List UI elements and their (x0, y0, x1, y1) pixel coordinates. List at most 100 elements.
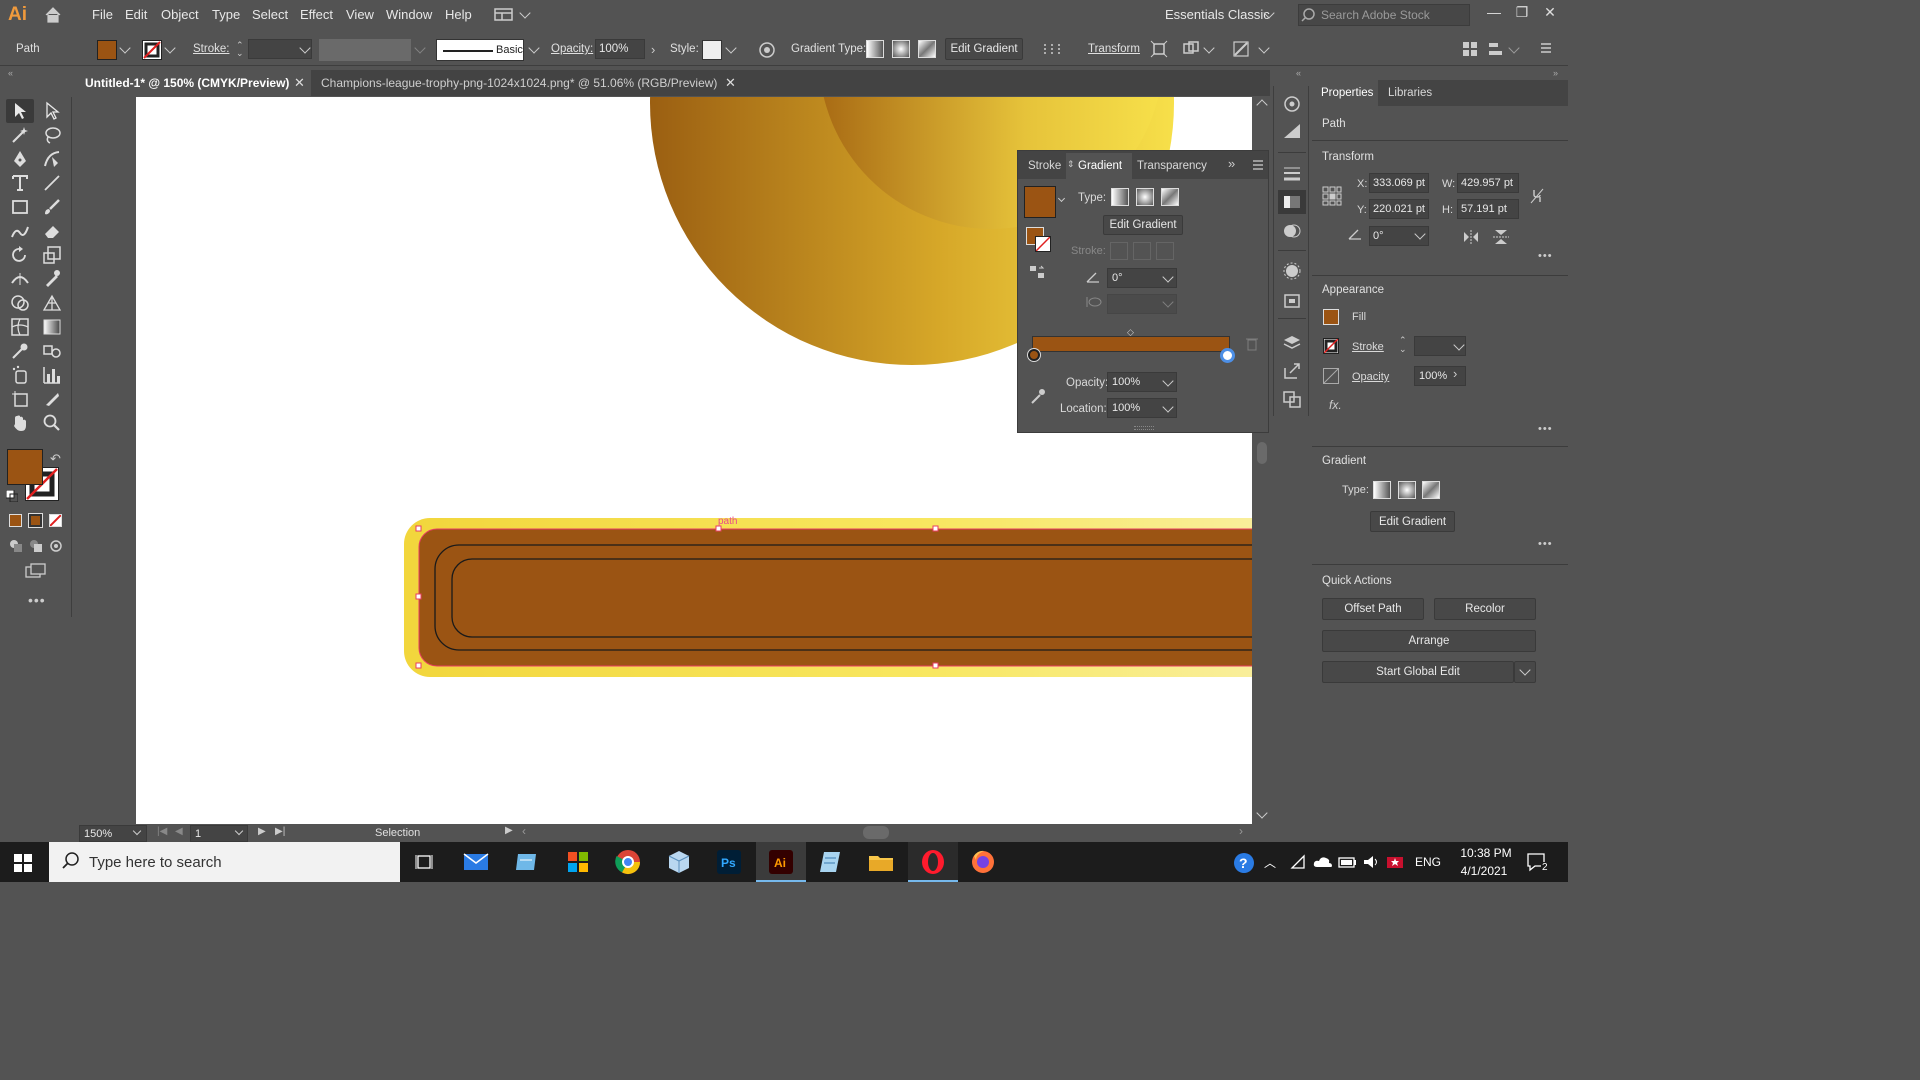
gradient-stop-left[interactable] (1028, 349, 1040, 361)
shape-builder-icon[interactable] (1182, 40, 1200, 58)
show-hidden-icons-icon[interactable]: ︿ (1264, 854, 1276, 871)
stroke-swatch[interactable] (142, 40, 162, 60)
more-gradient-options-icon[interactable]: ••• (1538, 538, 1553, 550)
network-icon[interactable] (1290, 854, 1308, 870)
chevron-down-icon[interactable] (1203, 42, 1215, 54)
zoom-tool-icon[interactable] (42, 413, 66, 435)
recolor-artwork-icon[interactable] (758, 41, 776, 59)
constrain-proportions-icon[interactable] (1529, 187, 1545, 205)
gradient-panel-icon[interactable] (1282, 193, 1302, 211)
x-input[interactable]: 333.069 pt (1369, 173, 1429, 193)
reverse-gradient-icon[interactable] (1029, 265, 1045, 279)
shaper-tool-icon[interactable] (10, 221, 34, 243)
opacity-input[interactable]: 100% (1414, 366, 1466, 386)
onedrive-icon[interactable] (1313, 855, 1333, 869)
chevron-down-icon[interactable] (1057, 194, 1066, 203)
magic-wand-icon[interactable] (10, 125, 34, 147)
paintbrush-tool-icon[interactable] (42, 197, 66, 219)
opera-icon[interactable] (918, 848, 948, 876)
puppet-warp-icon[interactable] (1232, 40, 1250, 58)
radial-gradient-icon[interactable] (1136, 188, 1154, 206)
chevron-down-icon[interactable] (1508, 42, 1520, 54)
file-explorer-icon[interactable] (866, 848, 896, 876)
graphic-style-swatch[interactable] (702, 40, 722, 60)
graphic-styles-icon[interactable] (1282, 292, 1302, 310)
battery-icon[interactable] (1338, 854, 1358, 870)
menu-effect[interactable]: Effect (300, 7, 333, 22)
chevron-right-icon[interactable]: › (651, 42, 655, 57)
draw-inside-icon[interactable] (49, 539, 63, 553)
w-input[interactable]: 429.957 pt (1457, 173, 1519, 193)
resize-grip[interactable] (1134, 426, 1154, 430)
puppet-warp-tool-icon[interactable] (42, 269, 66, 291)
help-icon[interactable]: ? (1233, 852, 1257, 874)
fill-swatch[interactable] (1323, 309, 1339, 325)
opacity-label[interactable]: Opacity: (551, 43, 593, 55)
collapse-panels-icon[interactable]: » (1553, 68, 1558, 78)
volume-icon[interactable] (1362, 854, 1380, 870)
tab-gradient[interactable]: Gradient (1078, 160, 1122, 172)
illustrator-icon[interactable]: Ai (766, 848, 796, 876)
opacity-input[interactable]: 100% (595, 39, 645, 59)
last-artboard-icon[interactable]: ▶| (275, 826, 285, 837)
eyedropper-tool-icon[interactable] (10, 341, 34, 363)
menu-edit[interactable]: Edit (125, 7, 147, 22)
flip-vertical-icon[interactable] (1493, 229, 1509, 245)
artboards-icon[interactable] (1282, 390, 1302, 408)
stroke-label[interactable]: Stroke (1352, 341, 1384, 353)
eyedropper-icon[interactable] (1030, 387, 1046, 405)
vertical-scroll-thumb[interactable] (1257, 442, 1267, 464)
draw-normal-icon[interactable] (9, 539, 23, 553)
isolate-icon[interactable] (1150, 40, 1168, 58)
cc-libraries-icon[interactable] (1282, 94, 1302, 112)
asset-export-icon[interactable] (1282, 362, 1302, 380)
hand-tool-icon[interactable] (10, 413, 34, 435)
selection-tool-icon[interactable] (10, 101, 34, 123)
microsoft-store-icon[interactable] (563, 848, 593, 876)
freeform-gradient-icon[interactable] (1422, 481, 1440, 499)
brush-definition[interactable]: Basic (436, 39, 524, 61)
stroke-label[interactable]: Stroke: (193, 43, 229, 55)
line-segment-tool-icon[interactable] (42, 173, 66, 195)
more-appearance-options-icon[interactable]: ••• (1538, 423, 1553, 435)
pen-tool-icon[interactable] (10, 149, 34, 171)
radial-gradient-icon[interactable] (1398, 481, 1416, 499)
flip-horizontal-icon[interactable] (1463, 230, 1479, 244)
expand-panel-icon[interactable]: » (1228, 156, 1235, 171)
input-language[interactable]: ENG (1415, 855, 1441, 869)
column-graph-tool-icon[interactable] (42, 365, 66, 387)
lasso-icon[interactable] (42, 125, 66, 147)
align-icon[interactable] (1043, 42, 1065, 56)
edit-gradient-button[interactable]: Edit Gradient (1103, 215, 1183, 235)
taskbar-search[interactable]: Type here to search (49, 842, 400, 882)
variable-width-profile[interactable] (319, 39, 411, 61)
rotate-tool-icon[interactable] (10, 245, 34, 267)
color-mode-icon[interactable] (9, 514, 22, 527)
symbol-sprayer-tool-icon[interactable] (10, 365, 34, 387)
firefox-icon[interactable] (968, 848, 998, 876)
chrome-icon[interactable] (613, 848, 643, 876)
appearance-panel-icon[interactable] (1282, 262, 1302, 280)
gradient-preview-swatch[interactable] (1024, 186, 1056, 218)
width-tool-icon[interactable] (10, 269, 34, 291)
tab-champions-league-trophy[interactable]: Champions-league-trophy-png-1024x1024.pn… (311, 70, 736, 96)
next-artboard-icon[interactable]: ▶ (258, 826, 266, 837)
chevron-down-icon[interactable] (725, 42, 737, 54)
menu-help[interactable]: Help (445, 7, 472, 22)
minimize-icon[interactable]: — (1484, 4, 1504, 24)
eraser-tool-icon[interactable] (42, 221, 66, 243)
panel-menu-icon[interactable] (1252, 160, 1264, 170)
global-edit-options-button[interactable] (1514, 661, 1536, 683)
home-icon[interactable] (44, 6, 62, 23)
arrange-documents-icon[interactable] (494, 8, 514, 21)
linear-gradient-icon[interactable] (866, 40, 884, 58)
screen-mode-icon[interactable] (25, 563, 47, 579)
mail-icon[interactable] (461, 848, 491, 876)
tab-libraries[interactable]: Libraries (1388, 87, 1432, 99)
arrange-panels-icon[interactable] (1462, 41, 1478, 57)
menu-window[interactable]: Window (386, 7, 432, 22)
stroke-weight-stepper[interactable]: ⌃ ⌄ (1399, 336, 1407, 354)
chevron-down-icon[interactable] (528, 42, 540, 54)
notepad-icon[interactable] (816, 848, 846, 876)
menu-type[interactable]: Type (212, 7, 240, 22)
